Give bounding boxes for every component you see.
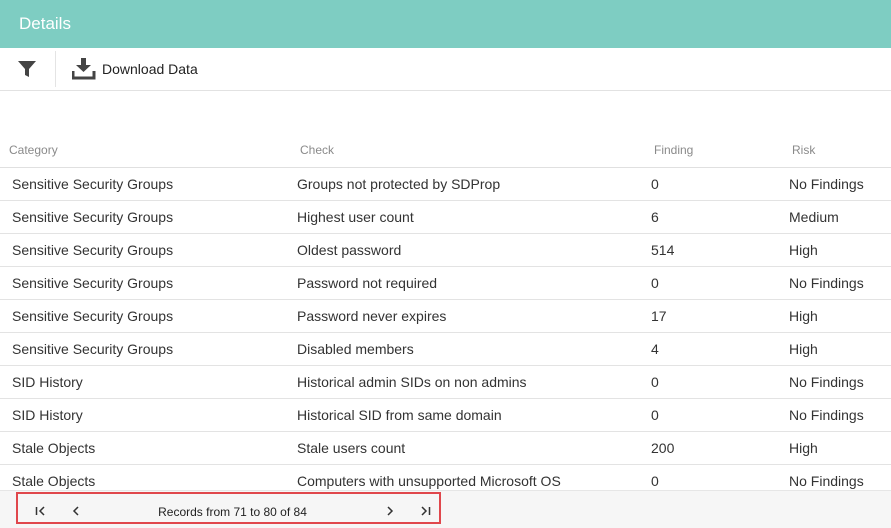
cell-category: Sensitive Security Groups [12, 308, 174, 324]
cell-risk: No Findings [789, 176, 864, 192]
cell-finding: 200 [651, 440, 675, 456]
download-data-button[interactable]: Download Data [66, 54, 206, 84]
cell-category: Sensitive Security Groups [12, 176, 174, 192]
cell-risk: High [789, 341, 818, 357]
details-table: Category Check Finding Risk Sensitive Se… [0, 91, 891, 498]
download-icon [72, 58, 96, 80]
cell-finding: 0 [651, 407, 659, 423]
cell-check: Oldest password [297, 242, 402, 258]
last-page-button[interactable] [415, 502, 435, 520]
table-row[interactable]: Sensitive Security Groups Password not re… [0, 267, 891, 300]
table-row[interactable]: SID History Historical SID from same doma… [0, 399, 891, 432]
cell-check: Groups not protected by SDProp [297, 176, 501, 192]
cell-check: Highest user count [297, 209, 414, 225]
first-page-button[interactable] [31, 502, 51, 520]
cell-finding: 4 [651, 341, 659, 357]
cell-category: Sensitive Security Groups [12, 341, 174, 357]
cell-check: Computers with unsupported Microsoft OS [297, 473, 561, 489]
table-row[interactable]: Sensitive Security Groups Highest user co… [0, 201, 891, 234]
cell-category: Sensitive Security Groups [12, 242, 174, 258]
table-row[interactable]: Sensitive Security Groups Groups not prot… [0, 168, 891, 201]
cell-finding: 6 [651, 209, 659, 225]
cell-finding: 0 [651, 374, 659, 390]
column-header-check[interactable]: Check [300, 143, 334, 157]
table-row[interactable]: SID History Historical admin SIDs on non … [0, 366, 891, 399]
cell-risk: No Findings [789, 374, 864, 390]
chevron-left-icon [72, 506, 79, 516]
cell-category: Stale Objects [12, 440, 96, 456]
chevron-right-icon [387, 506, 394, 516]
cell-risk: High [789, 308, 818, 324]
download-data-label: Download Data [102, 61, 198, 77]
cell-risk: No Findings [789, 473, 864, 489]
cell-risk: High [789, 440, 818, 456]
table-header: Category Check Finding Risk [0, 91, 891, 168]
column-header-risk[interactable]: Risk [792, 143, 815, 157]
first-page-icon [35, 506, 45, 516]
toolbar-divider [55, 51, 56, 87]
cell-finding: 0 [651, 473, 659, 489]
table-row[interactable]: Sensitive Security Groups Oldest password… [0, 234, 891, 267]
pagination-highlight: Records from 71 to 80 of 84 [16, 492, 441, 524]
cell-finding: 17 [651, 308, 667, 324]
cell-check: Disabled members [297, 341, 414, 357]
pagination-bar: Records from 71 to 80 of 84 [0, 490, 891, 528]
cell-finding: 0 [651, 275, 659, 291]
column-header-finding[interactable]: Finding [654, 143, 693, 157]
cell-check: Historical admin SIDs on non admins [297, 374, 527, 390]
cell-risk: No Findings [789, 275, 864, 291]
cell-category: SID History [12, 374, 83, 390]
table-row[interactable]: Sensitive Security Groups Password never … [0, 300, 891, 333]
cell-check: Historical SID from same domain [297, 407, 502, 423]
table-body: Sensitive Security Groups Groups not prot… [0, 168, 891, 498]
filter-button[interactable] [8, 54, 46, 84]
cell-risk: No Findings [789, 407, 864, 423]
cell-risk: High [789, 242, 818, 258]
previous-page-button[interactable] [66, 502, 86, 520]
filter-icon [18, 61, 36, 77]
cell-category: Sensitive Security Groups [12, 275, 174, 291]
toolbar: Download Data [0, 48, 891, 91]
cell-finding: 0 [651, 176, 659, 192]
cell-check: Password never expires [297, 308, 447, 324]
page-title: Details [19, 14, 71, 33]
table-row[interactable]: Sensitive Security Groups Disabled member… [0, 333, 891, 366]
cell-check: Password not required [297, 275, 438, 291]
cell-finding: 514 [651, 242, 675, 258]
table-row[interactable]: Stale Objects Stale users count 200 High [0, 432, 891, 465]
last-page-icon [421, 506, 431, 516]
cell-check: Stale users count [297, 440, 406, 456]
column-header-category[interactable]: Category [9, 143, 58, 157]
next-page-button[interactable] [380, 502, 400, 520]
details-header: Details [0, 0, 891, 48]
cell-category: Stale Objects [12, 473, 96, 489]
cell-category: Sensitive Security Groups [12, 209, 174, 225]
records-info-text: Records from 71 to 80 of 84 [158, 505, 307, 519]
cell-category: SID History [12, 407, 83, 423]
cell-risk: Medium [789, 209, 839, 225]
